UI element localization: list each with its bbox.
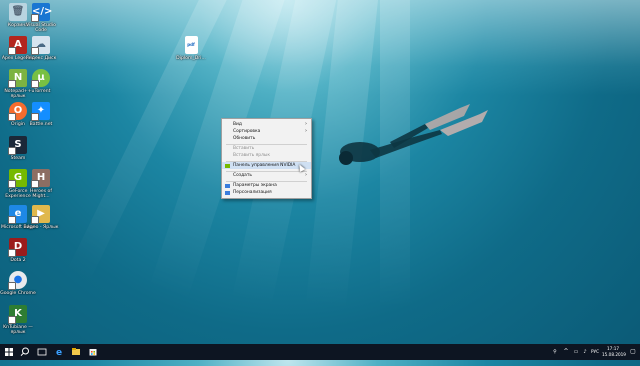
taskbar-store[interactable] [85,344,101,360]
volume-icon[interactable]: ♪ [580,344,590,360]
steam-icon: S [8,136,27,155]
utorrent-icon: µ [31,69,50,88]
taskbar-explorer[interactable] [68,344,84,360]
start-button[interactable] [1,344,17,360]
store-icon [89,349,97,356]
task-view-icon [37,348,47,356]
nvidia-icon [225,163,230,168]
taskbar: e ⚲ ^ ▭ ♪ РУС 17:17 15.08.2019 ▢ [0,344,640,360]
search-icon [20,347,29,356]
clock-time[interactable]: 17:17 [607,346,619,351]
search-button[interactable] [17,344,33,360]
clock-date[interactable]: 15.08.2019 [602,352,626,357]
language-indicator[interactable]: РУС [591,349,599,354]
display-icon [225,183,230,188]
vscode-icon: </> [31,3,52,22]
menu-item-paste-shortcut: Вставить ярлык [233,153,271,158]
personalize-icon [225,190,230,195]
desktop-icon-steam[interactable]: S Steam [0,136,36,161]
app-shortcut-icon: K [8,305,27,324]
menu-item-view[interactable]: Вид › [222,121,311,128]
menu-item-new[interactable]: Создать › [222,172,311,179]
desktop-icon-yandex-disk[interactable]: ☁ Яндекс Диск [23,36,59,61]
video-folder-icon: ▶ [31,205,50,224]
heroes-icon: H [31,169,50,188]
menu-item-refresh[interactable]: Обновить [222,135,311,142]
chrome-icon: ● [8,271,27,290]
windows-icon [5,348,13,356]
dota-icon: D [8,238,27,257]
battlenet-icon: ✦ [31,102,50,121]
notification-icon[interactable]: ▢ [628,344,638,360]
chevron-right-icon: › [305,121,307,127]
yandex-disk-icon: ☁ [31,36,50,55]
desktop-icon-video-folder[interactable]: ▶ Видео - Ярлык [23,205,59,230]
chevron-right-icon: › [305,172,307,178]
pdf-file-icon: pdf [184,36,198,54]
folder-icon [72,348,80,355]
people-icon[interactable]: ⚲ [550,344,560,360]
svg-text:e: e [56,348,62,358]
desktop-icon-app-shortcut[interactable]: K KnTubiane — ярлык [0,305,36,336]
desktop-file-pdf[interactable]: pdf Diplom_Dri... [173,36,209,61]
desktop-icon-dota2[interactable]: D Dota 2 [0,238,36,263]
desktop-icon-utorrent[interactable]: µ uTorrent [23,69,59,94]
context-menu: Вид › Сортировка › Обновить Вставить Встав… [221,118,312,199]
diver-illustration [339,104,488,165]
task-view-button[interactable] [34,344,50,360]
chevron-right-icon: › [305,128,307,134]
menu-item-display-settings[interactable]: Параметры экрана [222,182,311,189]
desktop-icon-chrome[interactable]: ● Google Chrome [0,271,36,296]
desktop-icon-heroes[interactable]: H Heroes of Might... [23,169,59,200]
chevron-up-icon[interactable]: ^ [561,344,571,360]
menu-item-sort[interactable]: Сортировка › [222,128,311,135]
edge-icon: e [56,348,62,358]
menu-item-paste: Вставить [233,146,255,151]
desktop-icon-vscode[interactable]: </> Visual Studio Code [23,3,59,34]
taskbar-edge[interactable]: e [51,344,67,360]
desktop-icon-battlenet[interactable]: ✦ Battle.net [23,102,59,127]
menu-item-personalize[interactable]: Персонализация [222,189,311,196]
